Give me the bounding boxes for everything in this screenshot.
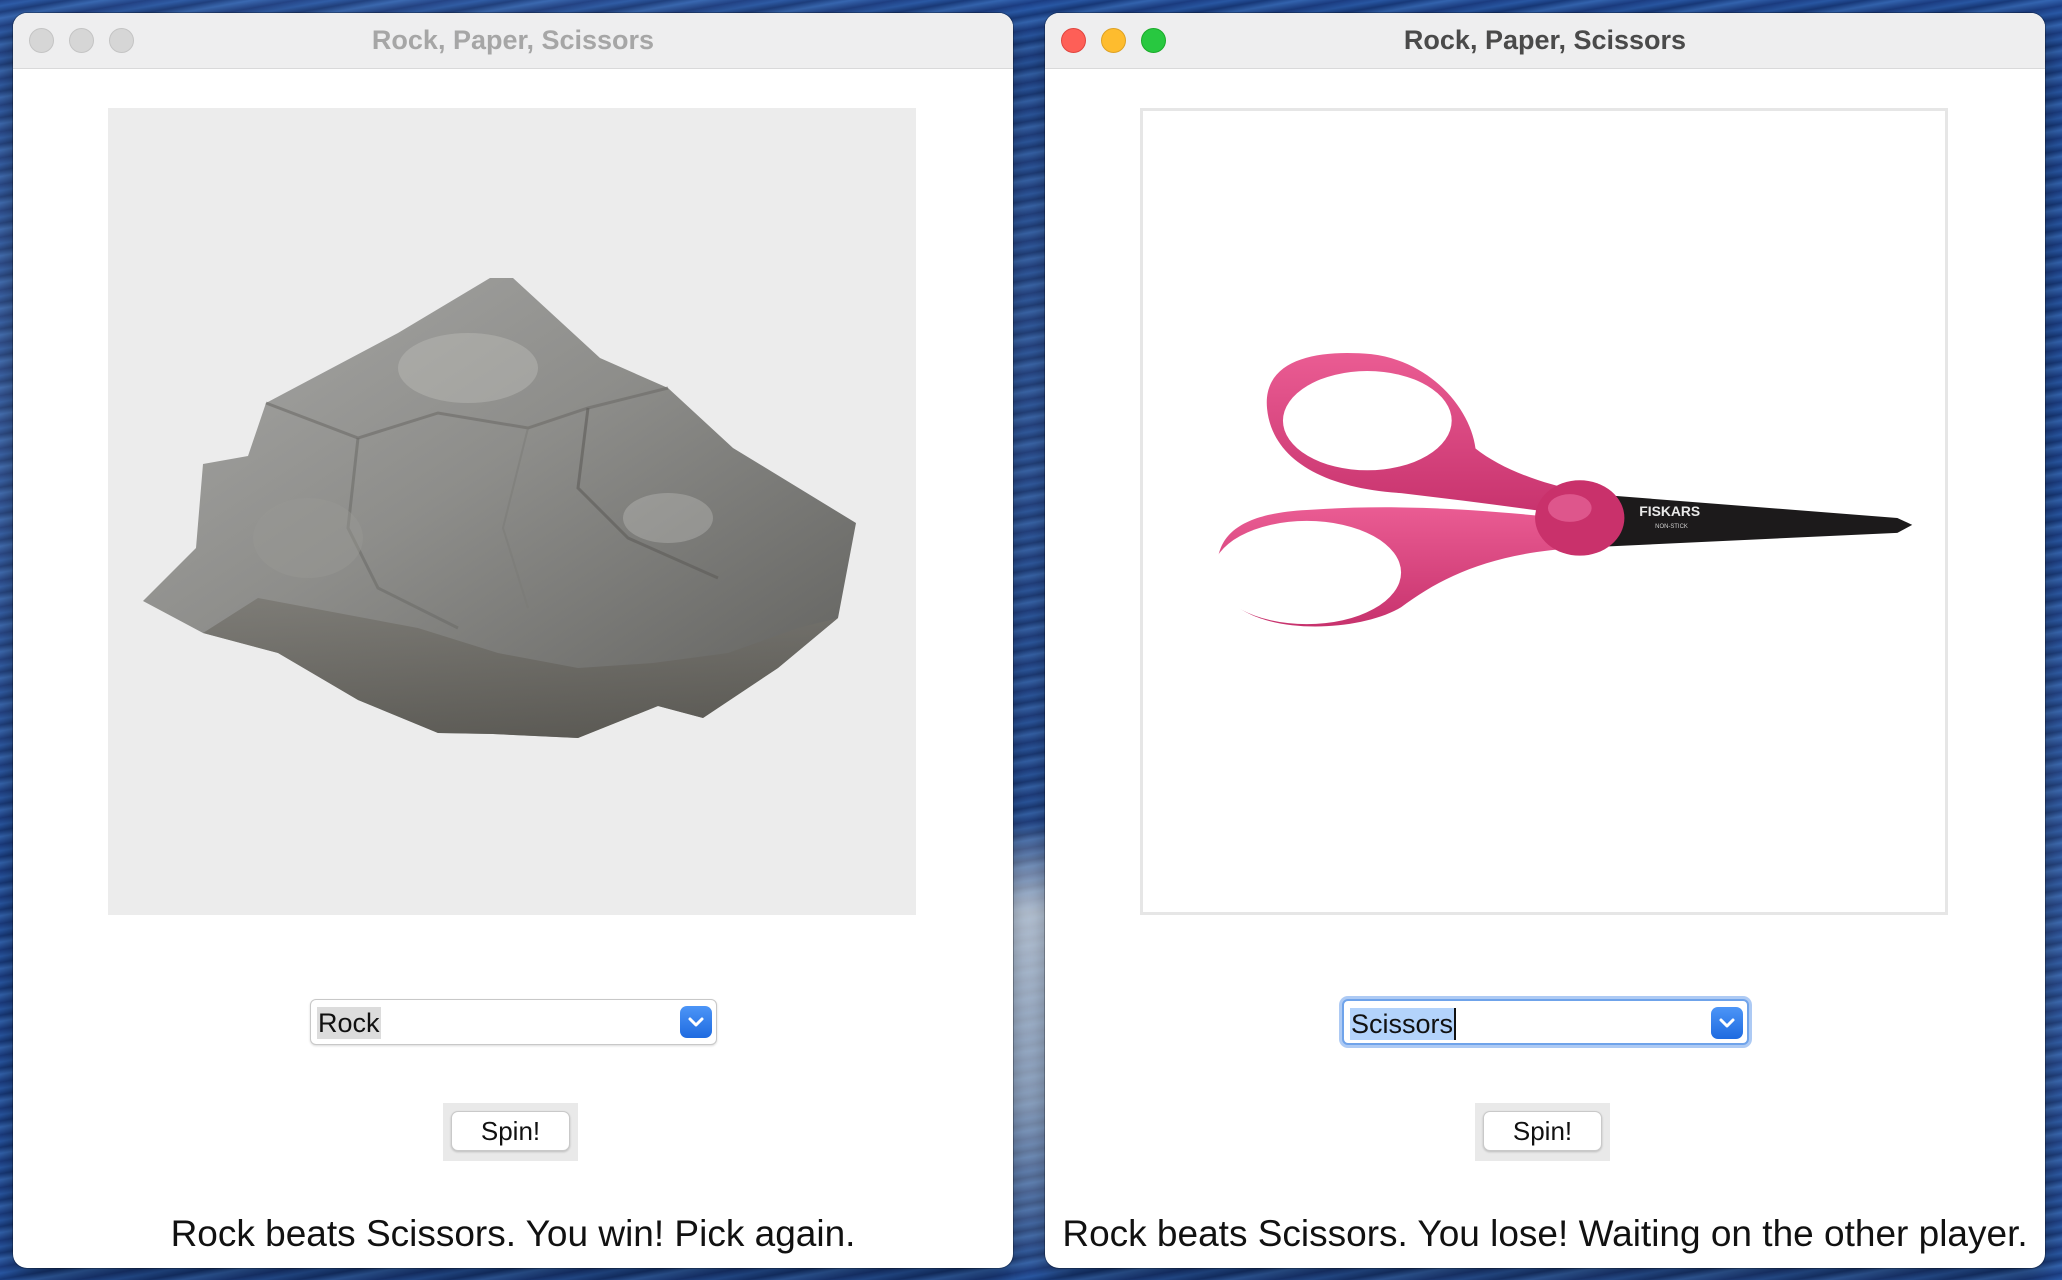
window-title: Rock, Paper, Scissors xyxy=(371,25,655,55)
title-bar[interactable]: Rock, Paper, Scissors xyxy=(1045,13,2045,69)
choice-image: FISKARS NON-STICK xyxy=(1140,108,1948,915)
result-message: Rock beats Scissors. You lose! Waiting o… xyxy=(1062,1213,2028,1254)
game-window-left: Rock, Paper, Scissors Rock Spin! Rock be… xyxy=(13,13,1013,1268)
rock-image xyxy=(143,278,856,738)
title-bar[interactable]: Rock, Paper, Scissors xyxy=(13,13,1013,69)
choice-select-value: Scissors xyxy=(1350,1008,1455,1040)
choice-select[interactable]: Rock xyxy=(310,999,717,1045)
result-message: Rock beats Scissors. You win! Pick again… xyxy=(170,1213,856,1254)
scissors-brand-text: FISKARS xyxy=(1639,503,1700,519)
spin-button-container: Spin! xyxy=(1475,1103,1610,1161)
game-window-right: Rock, Paper, Scissors FISKARS NON-STICK xyxy=(1045,13,2045,1268)
scissors-subtext: NON-STICK xyxy=(1655,524,1688,530)
spin-button[interactable]: Spin! xyxy=(1483,1111,1602,1151)
text-caret xyxy=(1454,1008,1456,1040)
choice-select-value: Rock xyxy=(317,1007,381,1039)
chevron-down-icon[interactable] xyxy=(680,1006,712,1038)
choice-image xyxy=(108,108,916,915)
choice-select[interactable]: Scissors xyxy=(1342,999,1749,1045)
spin-button[interactable]: Spin! xyxy=(451,1111,570,1151)
scissors-image: FISKARS NON-STICK xyxy=(1212,353,1913,627)
window-title: Rock, Paper, Scissors xyxy=(1403,25,1687,55)
chevron-down-icon[interactable] xyxy=(1711,1007,1743,1039)
spin-button-container: Spin! xyxy=(443,1103,578,1161)
